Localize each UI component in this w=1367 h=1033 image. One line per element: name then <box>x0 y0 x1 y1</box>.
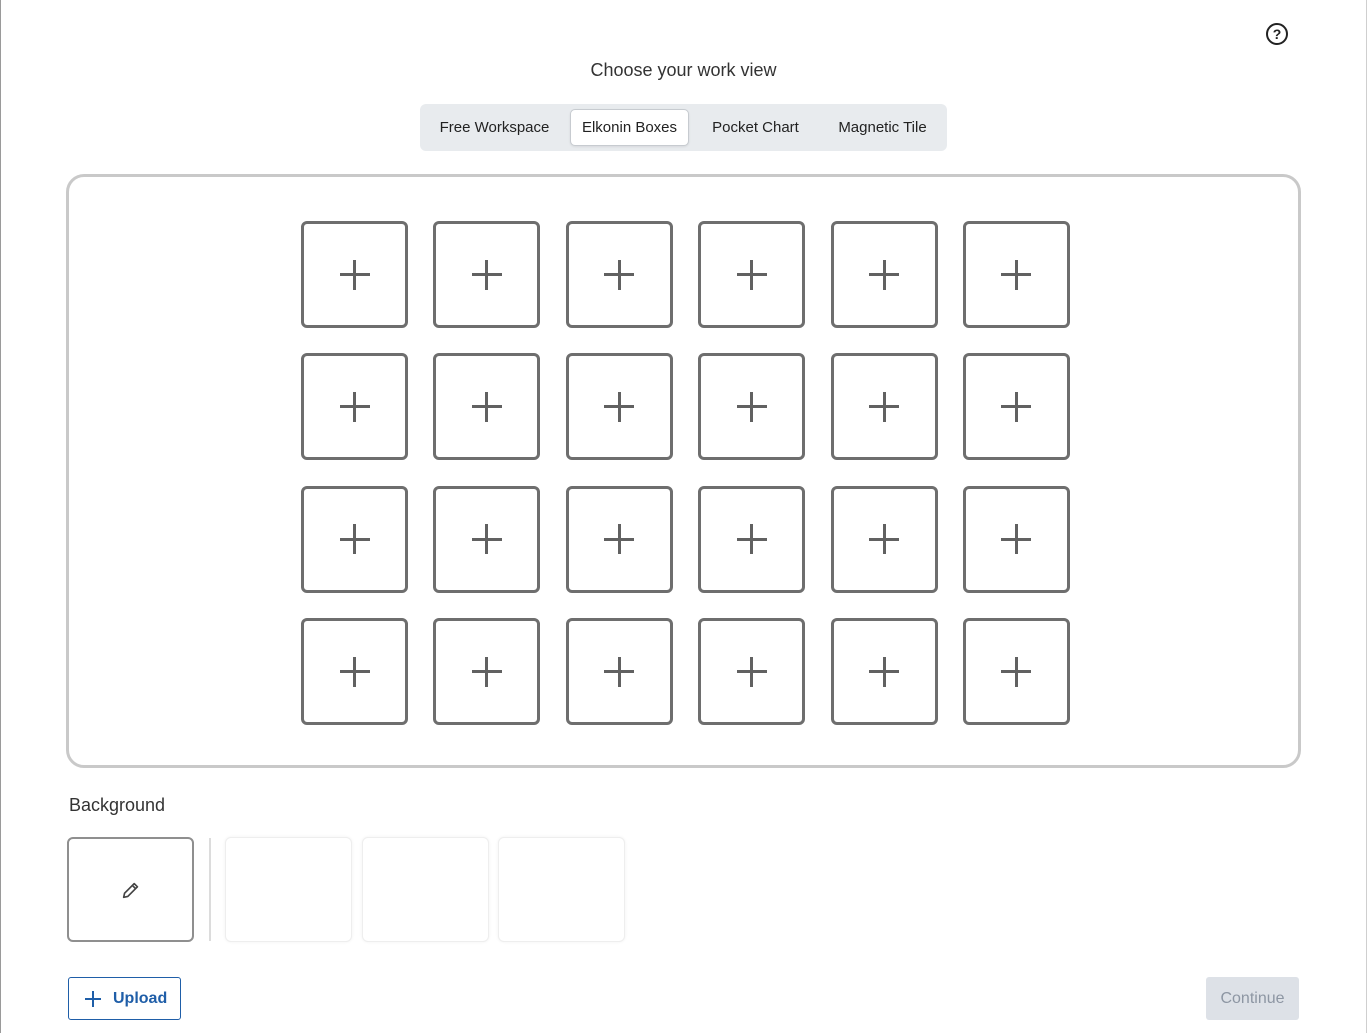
plus-icon <box>604 524 635 555</box>
plus-icon <box>85 990 101 1007</box>
pencil-icon <box>122 882 138 898</box>
plus-icon <box>869 391 900 422</box>
plus-icon <box>604 391 635 422</box>
plus-icon <box>471 656 502 687</box>
plus-icon <box>869 259 900 290</box>
upload-label: Upload <box>113 989 168 1007</box>
elkonin-box[interactable] <box>698 221 806 328</box>
plus-icon <box>471 259 502 290</box>
plus-icon <box>471 391 502 422</box>
plus-icon <box>1001 524 1032 555</box>
elkonin-box[interactable] <box>830 618 938 726</box>
elkonin-box[interactable] <box>433 618 541 726</box>
elkonin-box[interactable] <box>830 485 938 593</box>
question-circle-icon: ? <box>1272 26 1282 42</box>
elkonin-box[interactable] <box>962 618 1070 726</box>
elkonin-box[interactable] <box>565 353 673 461</box>
elkonin-box[interactable] <box>433 353 541 461</box>
tab-magnetic-tile[interactable]: Magnetic Tile <box>822 109 943 146</box>
edit-background-button[interactable] <box>67 837 194 942</box>
tab-elkonin-boxes[interactable]: Elkonin Boxes <box>570 109 689 146</box>
elkonin-box[interactable] <box>565 618 673 726</box>
elkonin-box[interactable] <box>962 221 1070 328</box>
background-option[interactable] <box>362 837 489 942</box>
elkonin-box[interactable] <box>301 353 408 461</box>
elkonin-box[interactable] <box>301 618 408 726</box>
plus-icon <box>736 524 767 555</box>
tab-pocket-chart[interactable]: Pocket Chart <box>689 109 822 146</box>
plus-icon <box>604 259 635 290</box>
plus-icon <box>1001 656 1032 687</box>
plus-icon <box>339 524 370 555</box>
elkonin-box[interactable] <box>962 485 1070 593</box>
window-left-edge <box>0 0 1 1033</box>
background-label: Background <box>69 795 166 815</box>
plus-icon <box>736 656 767 687</box>
page-title: Choose your work view <box>590 60 777 80</box>
elkonin-box[interactable] <box>698 485 806 593</box>
elkonin-box[interactable] <box>830 353 938 461</box>
workspace-preview <box>66 174 1301 768</box>
elkonin-box[interactable] <box>565 221 673 328</box>
tab-free-workspace[interactable]: Free Workspace <box>424 109 565 146</box>
elkonin-box[interactable] <box>433 221 541 328</box>
plus-icon <box>869 524 900 555</box>
elkonin-box-grid <box>301 221 1070 726</box>
elkonin-box[interactable] <box>301 485 408 593</box>
help-button[interactable]: ? <box>1266 23 1288 45</box>
plus-icon <box>1001 391 1032 422</box>
elkonin-box[interactable] <box>301 221 408 328</box>
plus-icon <box>869 656 900 687</box>
continue-button[interactable]: Continue <box>1206 977 1299 1020</box>
background-option[interactable] <box>498 837 625 942</box>
elkonin-box[interactable] <box>698 353 806 461</box>
elkonin-box[interactable] <box>830 221 938 328</box>
plus-icon <box>604 656 635 687</box>
elkonin-box[interactable] <box>433 485 541 593</box>
elkonin-box[interactable] <box>565 485 673 593</box>
plus-icon <box>339 391 370 422</box>
plus-icon <box>339 259 370 290</box>
plus-icon <box>736 391 767 422</box>
plus-icon <box>339 656 370 687</box>
elkonin-box[interactable] <box>698 618 806 726</box>
work-view-tabs: Free Workspace Elkonin Boxes Pocket Char… <box>420 104 947 151</box>
elkonin-box[interactable] <box>962 353 1070 461</box>
plus-icon <box>736 259 767 290</box>
background-divider <box>209 838 211 941</box>
background-option[interactable] <box>225 837 352 942</box>
plus-icon <box>471 524 502 555</box>
plus-icon <box>1001 259 1032 290</box>
upload-button[interactable]: Upload <box>68 977 181 1020</box>
